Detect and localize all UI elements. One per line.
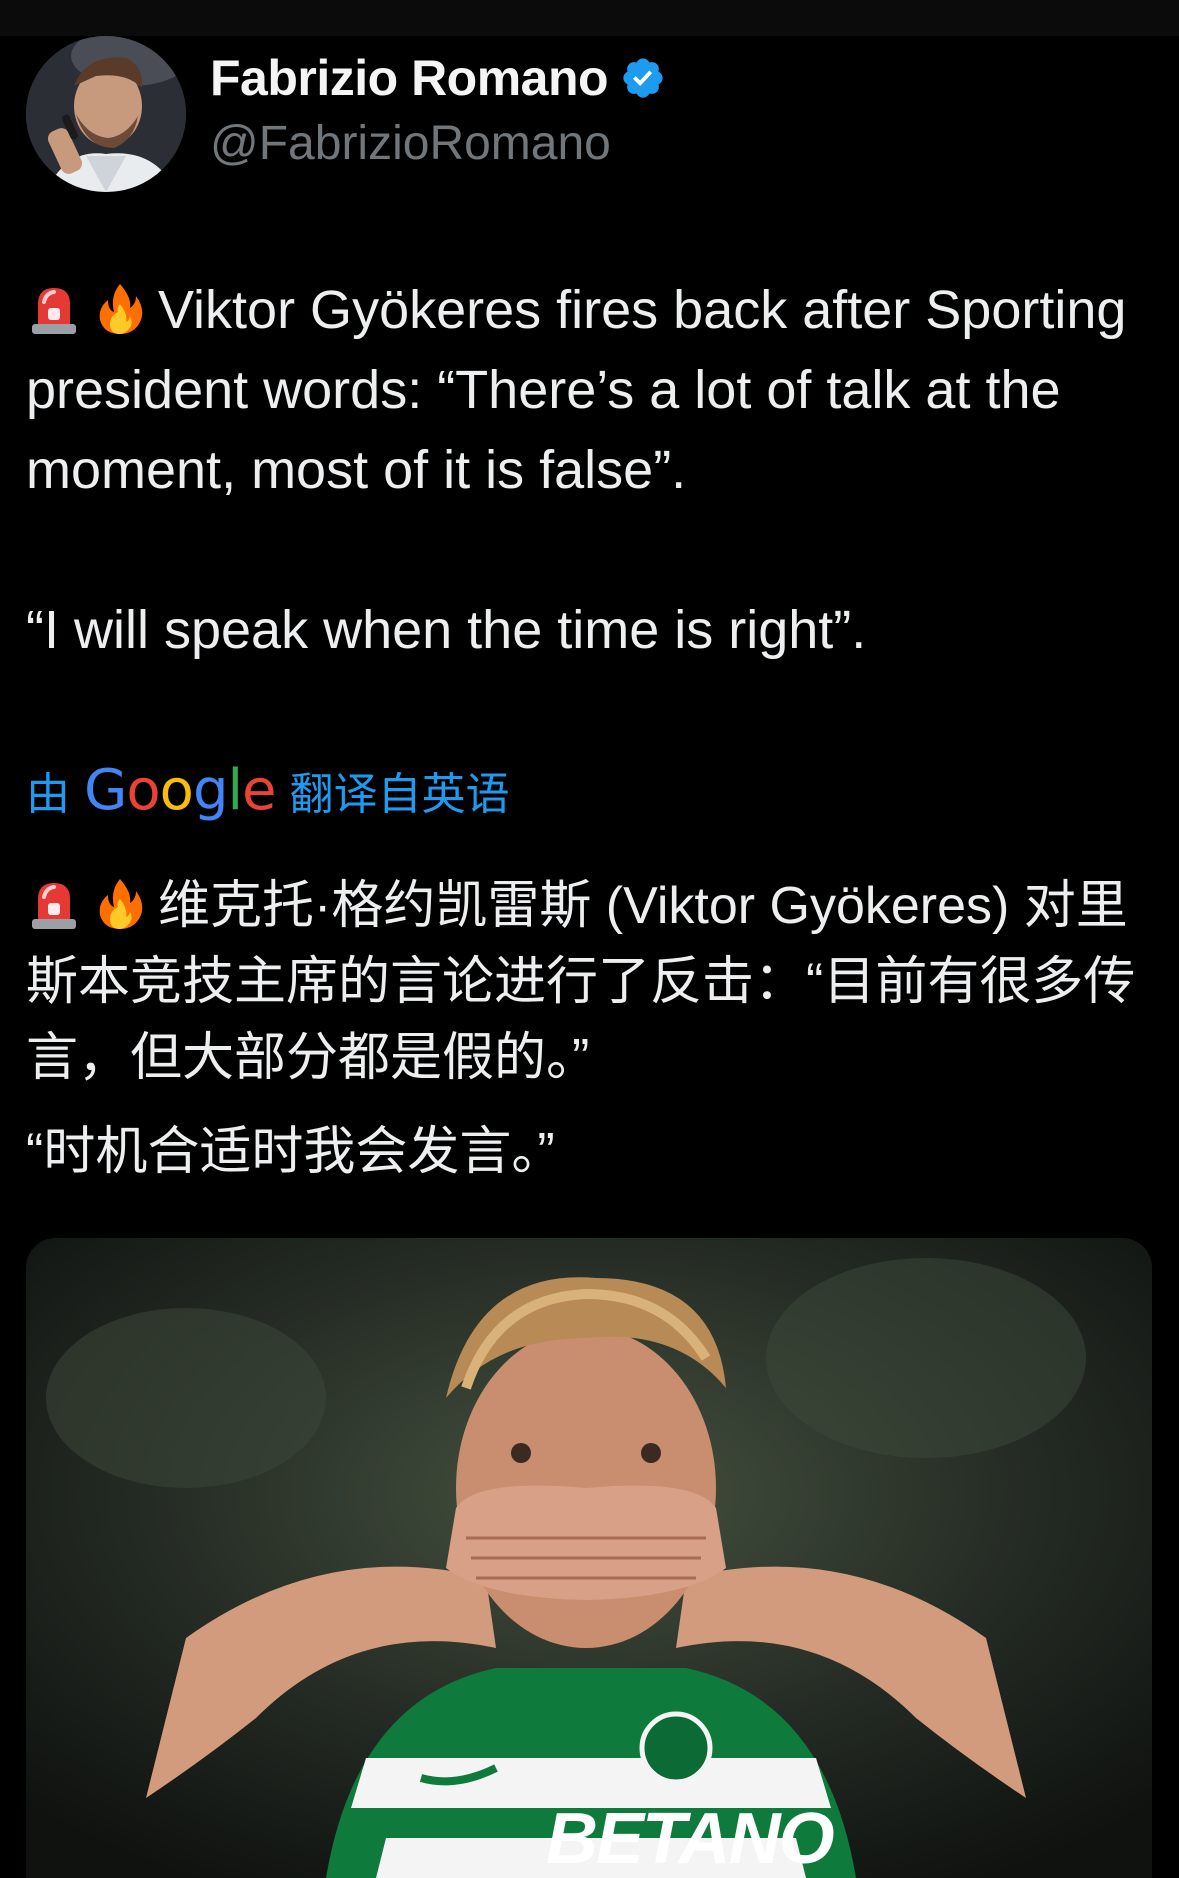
display-name[interactable]: Fabrizio Romano — [210, 49, 609, 107]
player-photo-icon — [26, 1238, 1152, 1878]
tweet-paragraph-2: “I will speak when the time is right”. — [26, 600, 867, 660]
user-handle[interactable]: @FabrizioRomano — [210, 116, 611, 171]
tweet-header: Fabrizio Romano @FabrizioRomano — [26, 36, 1146, 192]
verified-badge-icon — [623, 58, 663, 98]
tweet-paragraph-1: Viktor Gyökeres fires back after Sportin… — [26, 270, 1146, 510]
translated-paragraph-1-text: 维克托·格约凯雷斯 (Viktor Gyökeres) 对里斯本竞技主席的言论进… — [26, 877, 1136, 1087]
tweet-text: Viktor Gyökeres fires back after Sportin… — [26, 270, 1146, 670]
translation-prefix: 由 — [26, 770, 70, 819]
translated-paragraph-1: 维克托·格约凯雷斯 (Viktor Gyökeres) 对里斯本竞技主席的言论进… — [26, 868, 1151, 1096]
tweet-paragraph-1-text: Viktor Gyökeres fires back after Sportin… — [26, 280, 1127, 500]
translated-text: 维克托·格约凯雷斯 (Viktor Gyökeres) 对里斯本竞技主席的言论进… — [26, 868, 1151, 1190]
fire-icon — [99, 284, 143, 334]
sponsor-logo: BETANO — [546, 1799, 835, 1878]
translated-paragraph-2: “时机合适时我会发言。” — [26, 1123, 555, 1181]
tweet-media-image[interactable]: BETANO — [26, 1238, 1152, 1878]
translation-attribution[interactable]: 由 Google 翻译自英语 — [26, 755, 510, 825]
google-logo: Google — [84, 757, 277, 823]
avatar[interactable] — [26, 36, 186, 192]
status-strip — [0, 0, 1179, 36]
profile-photo-icon — [26, 36, 186, 192]
translation-suffix: 翻译自英语 — [289, 770, 510, 819]
rotating-light-icon — [32, 883, 76, 929]
fire-icon — [99, 879, 143, 929]
name-row: Fabrizio Romano — [210, 48, 666, 108]
rotating-light-icon — [32, 288, 76, 334]
